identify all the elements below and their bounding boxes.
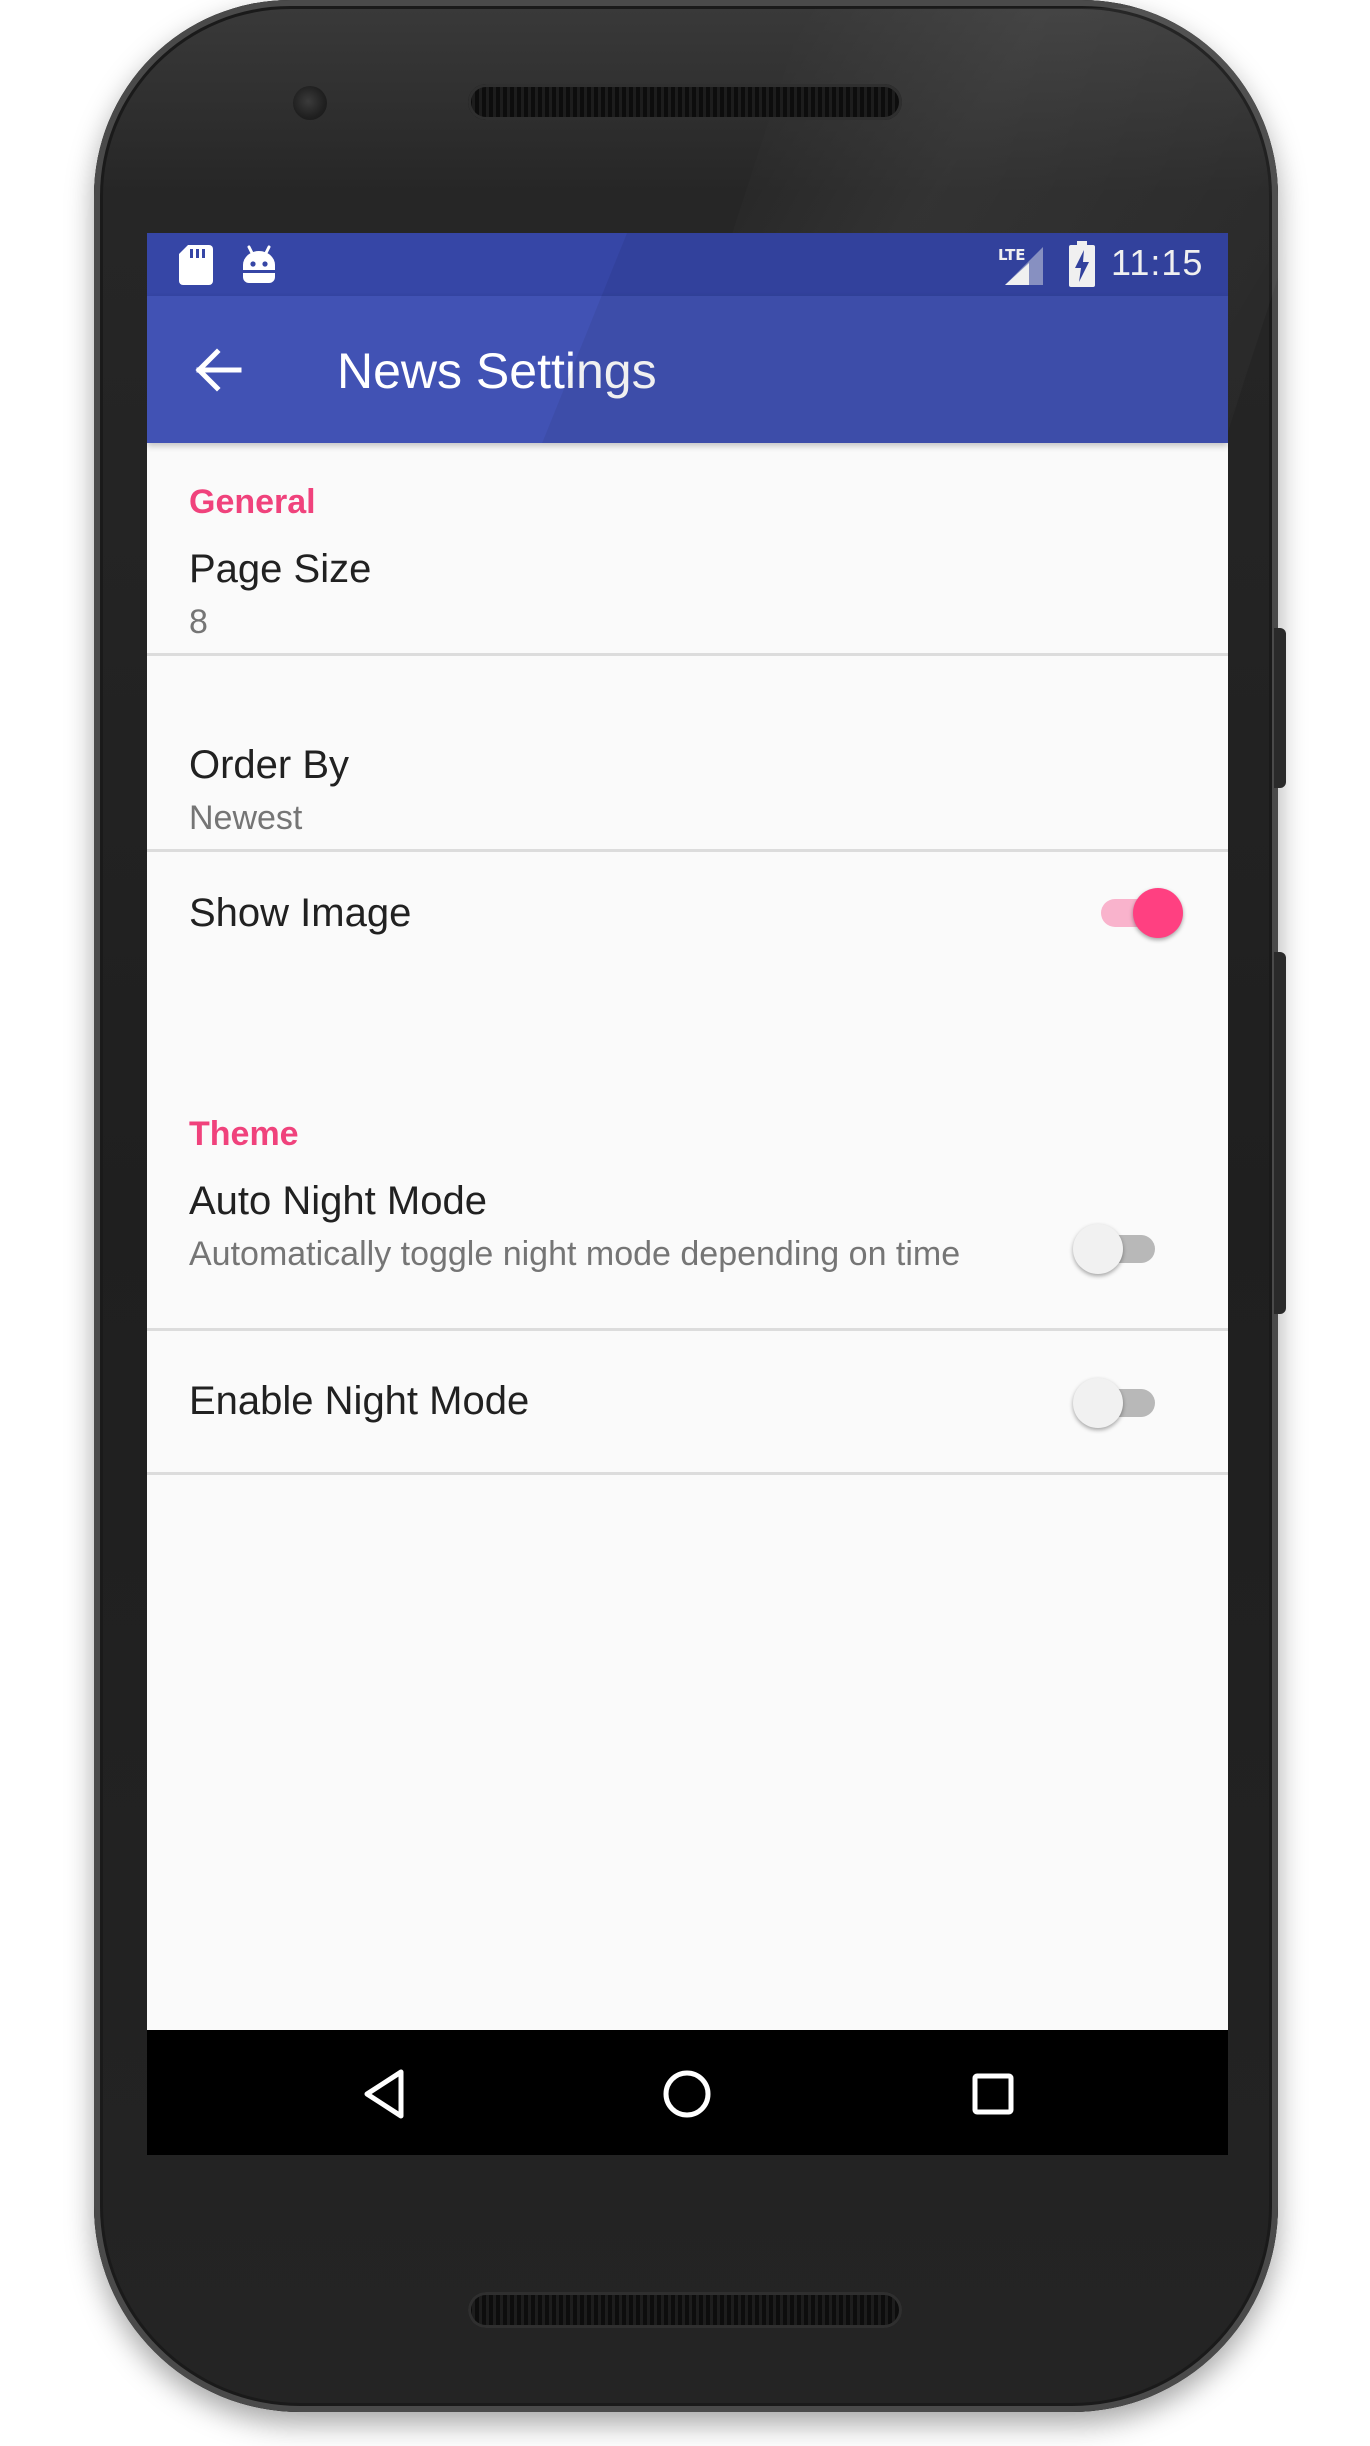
lte-signal-icon: LTE [998, 246, 1043, 285]
pref-title: Enable Night Mode [189, 1379, 530, 1423]
battery-charging-icon [1069, 241, 1095, 287]
switch-thumb [1073, 1378, 1123, 1428]
switch-thumb [1133, 888, 1183, 938]
enable-night-mode-switch[interactable] [1073, 1373, 1169, 1433]
power-button [1274, 628, 1286, 788]
android-debug-icon [243, 245, 275, 283]
device-screen: LTE 11:15 News Settings General Page Siz… [147, 233, 1228, 2155]
divider [147, 1328, 1228, 1331]
pref-summary: Newest [189, 799, 303, 837]
divider [147, 653, 1228, 656]
pref-show-image[interactable]: Show Image [147, 883, 1228, 963]
svg-text:LTE: LTE [998, 246, 1026, 264]
bottom-speaker [468, 2292, 902, 2328]
back-triangle-icon[interactable] [357, 2064, 417, 2124]
preferences-list: General Page Size 8 Order By Newest Show… [147, 443, 1228, 2063]
pref-title: Page Size [189, 547, 372, 591]
pref-summary: Automatically toggle night mode dependin… [189, 1235, 961, 1273]
auto-night-mode-switch[interactable] [1073, 1219, 1169, 1279]
recents-square-icon[interactable] [963, 2064, 1023, 2124]
front-camera [293, 86, 327, 120]
pref-title: Order By [189, 743, 350, 787]
arrow-back-icon[interactable] [191, 342, 247, 398]
pref-title: Show Image [189, 891, 412, 935]
pref-title: Auto Night Mode [189, 1179, 487, 1223]
system-nav-bar [147, 2030, 1228, 2155]
page-title: News Settings [337, 343, 657, 399]
show-image-switch[interactable] [1087, 883, 1183, 943]
pref-auto-night-mode[interactable]: Auto Night Mode Automatically toggle nig… [147, 1171, 1228, 1321]
category-general-header: General [189, 483, 316, 521]
app-bar: News Settings [147, 296, 1228, 443]
category-theme-header: Theme [189, 1115, 299, 1153]
volume-button [1274, 952, 1286, 1314]
earpiece-speaker [468, 84, 902, 120]
home-circle-icon[interactable] [657, 2064, 717, 2124]
pref-order-by[interactable]: Order By Newest [147, 735, 1228, 837]
pref-enable-night-mode[interactable]: Enable Night Mode [147, 1371, 1228, 1461]
sd-card-icon [179, 245, 213, 285]
divider [147, 849, 1228, 852]
switch-thumb [1073, 1224, 1123, 1274]
divider [147, 1472, 1228, 1475]
status-bar: LTE 11:15 [147, 233, 1228, 296]
pref-summary: 8 [189, 603, 208, 641]
pref-page-size[interactable]: Page Size 8 [147, 539, 1228, 641]
status-clock: 11:15 [1111, 242, 1204, 283]
